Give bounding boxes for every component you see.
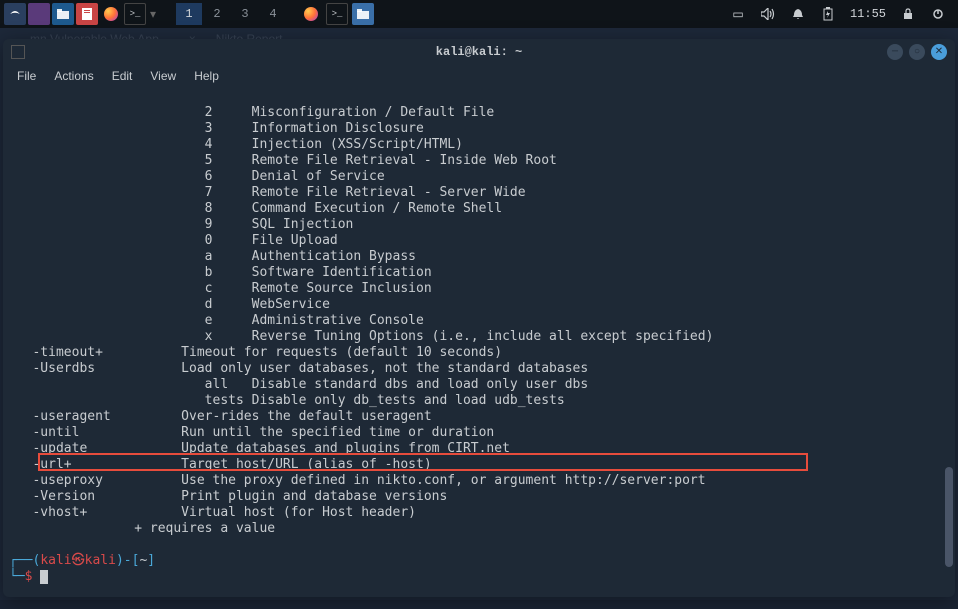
terminal-window: kali@kali: ~ ─ ○ ✕ File Actions Edit Vie…	[3, 39, 955, 597]
bell-icon[interactable]	[790, 6, 806, 22]
lock-icon[interactable]	[900, 6, 916, 22]
running-firefox-icon[interactable]	[300, 3, 322, 25]
menu-actions[interactable]: Actions	[54, 69, 93, 83]
terminal-launcher-icon[interactable]: >_	[124, 3, 146, 25]
titlebar[interactable]: kali@kali: ~ ─ ○ ✕	[3, 39, 955, 65]
battery-icon[interactable]	[820, 6, 836, 22]
menu-view[interactable]: View	[150, 69, 176, 83]
text-editor-icon[interactable]	[76, 3, 98, 25]
workspace-switcher: 1 2 3 4	[176, 3, 286, 25]
clock[interactable]: 11:55	[850, 7, 886, 21]
menu-edit[interactable]: Edit	[112, 69, 133, 83]
menu-help[interactable]: Help	[194, 69, 219, 83]
notification-icon[interactable]: ▭	[730, 6, 746, 22]
volume-icon[interactable]	[760, 6, 776, 22]
minimize-button[interactable]: ─	[887, 44, 903, 60]
menu-file[interactable]: File	[17, 69, 36, 83]
workspace-1[interactable]: 1	[176, 3, 202, 25]
terminal-output[interactable]: 2 Misconfiguration / Default File 3 Info…	[3, 87, 955, 597]
menubar: File Actions Edit View Help	[3, 65, 955, 87]
system-tray: ▭ 11:55	[730, 6, 954, 22]
taskbar: >_ ▾ 1 2 3 4 >_ ▭ 11:55	[0, 0, 958, 28]
taskbar-left: >_ ▾ 1 2 3 4 >_	[4, 3, 374, 25]
running-apps: >_	[300, 3, 374, 25]
cursor	[40, 570, 48, 584]
dropdown-icon[interactable]: ▾	[150, 7, 156, 22]
file-manager-icon[interactable]	[52, 3, 74, 25]
workspace-3[interactable]: 3	[232, 3, 258, 25]
workspace-4[interactable]: 4	[260, 3, 286, 25]
power-icon[interactable]	[930, 6, 946, 22]
maximize-button[interactable]: ○	[909, 44, 925, 60]
window-title: kali@kali: ~	[436, 45, 522, 59]
close-button[interactable]: ✕	[931, 44, 947, 60]
show-desktop-icon[interactable]	[28, 3, 50, 25]
scroll-thumb[interactable]	[945, 467, 953, 567]
running-terminal-icon[interactable]: >_	[326, 3, 348, 25]
firefox-launcher-icon[interactable]	[100, 3, 122, 25]
scrollbar[interactable]	[945, 87, 953, 597]
workspace-2[interactable]: 2	[204, 3, 230, 25]
terminal-app-icon	[11, 45, 25, 59]
running-files-icon[interactable]	[352, 3, 374, 25]
kali-menu-icon[interactable]	[4, 3, 26, 25]
